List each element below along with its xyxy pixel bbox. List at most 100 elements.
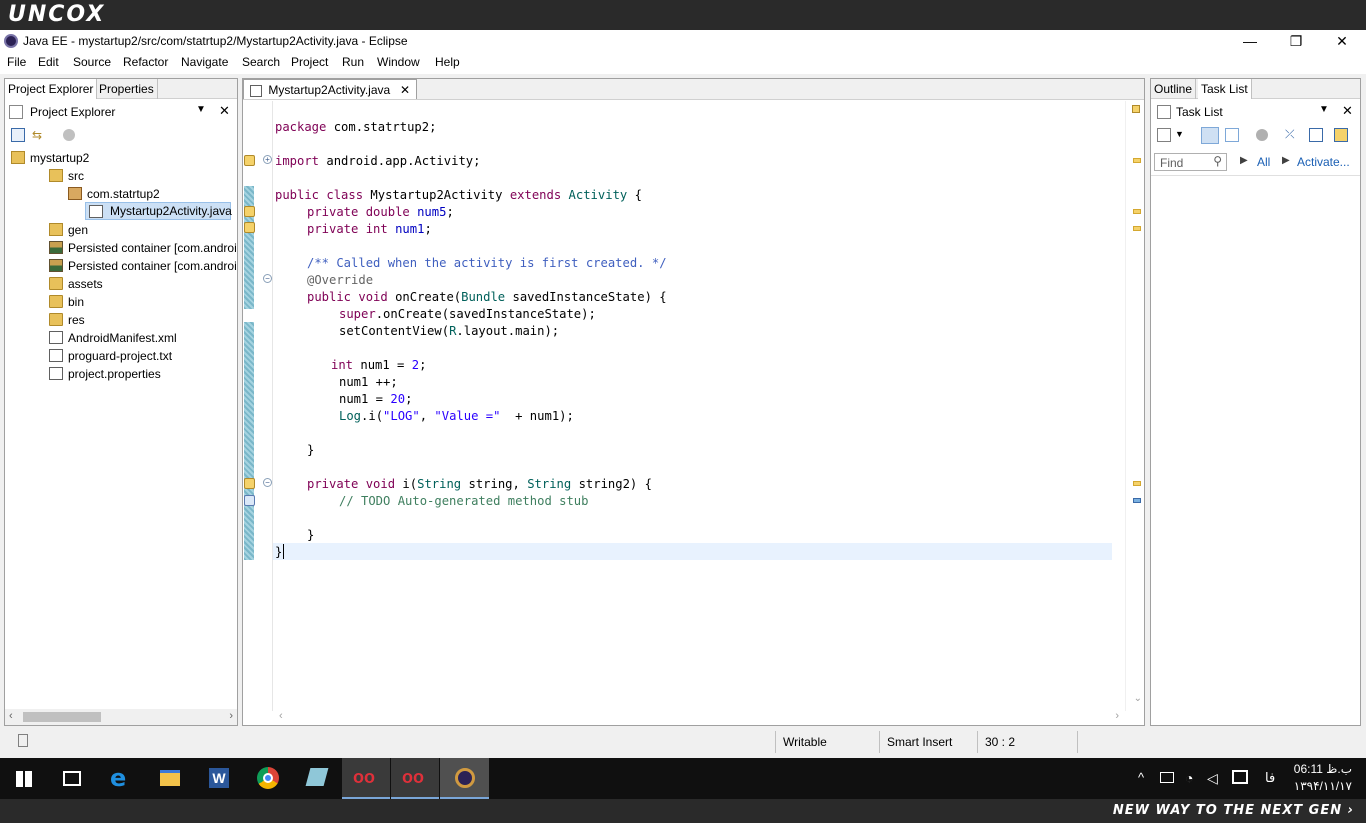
close-window-button[interactable]: ✕ (1319, 30, 1365, 52)
tab-project-explorer[interactable]: Project Explorer (5, 79, 98, 99)
categorized-icon[interactable] (1201, 127, 1219, 144)
menu-refactor[interactable]: Refactor (123, 55, 168, 69)
menu-navigate[interactable]: Navigate (181, 55, 228, 69)
scroll-down-icon[interactable]: ⌄ (1134, 693, 1142, 704)
code-line[interactable]: import android.app.Activity; (275, 154, 480, 171)
fast-view-icon[interactable] (18, 734, 28, 747)
horizontal-scrollbar[interactable]: ‹ › (5, 709, 237, 725)
expand-fold-icon[interactable]: + (263, 155, 272, 164)
code-line[interactable]: package com.statrtup2; (275, 120, 436, 137)
word-button[interactable]: W (195, 758, 243, 799)
tree-item-java-file[interactable]: Mystartup2Activity.java (85, 202, 232, 220)
network-icon[interactable] (1160, 772, 1174, 783)
task-view-button[interactable] (48, 758, 96, 799)
search-icon[interactable]: ⚲ (1213, 154, 1222, 168)
filters-icon[interactable] (63, 129, 75, 141)
menu-edit[interactable]: Edit (38, 55, 59, 69)
tree-item-persisted-container[interactable]: Persisted container [com.androi (49, 239, 237, 257)
editor-horizontal-scrollbar[interactable]: ‹ › (273, 709, 1125, 725)
menu-source[interactable]: Source (73, 55, 111, 69)
close-view-icon[interactable]: ✕ (1342, 103, 1353, 119)
task-icon[interactable] (244, 495, 255, 506)
find-input[interactable]: Find ⚲ (1154, 153, 1227, 171)
maximize-button[interactable]: ❐ (1273, 30, 1319, 52)
edge-button[interactable]: e (98, 758, 146, 799)
overview-marker[interactable] (1133, 158, 1141, 163)
clock-time[interactable]: 06:11 ب.ظ (1290, 762, 1352, 776)
code-line[interactable]: private double num5; (307, 205, 454, 222)
link-with-editor-icon[interactable]: ⇆ (32, 128, 46, 142)
code-line[interactable]: /** Called when the activity is first cr… (307, 256, 667, 273)
start-button[interactable] (0, 758, 48, 799)
file-explorer-button[interactable] (146, 758, 194, 799)
code-line[interactable]: } (307, 528, 314, 545)
new-task-icon[interactable] (1157, 128, 1171, 142)
filter-all-link[interactable]: All (1257, 155, 1270, 169)
menu-search[interactable]: Search (242, 55, 280, 69)
overview-task-marker[interactable] (1133, 498, 1141, 503)
app-button-open[interactable]: oo (391, 758, 439, 799)
scrollbar-thumb[interactable] (23, 712, 101, 722)
scroll-left-icon[interactable]: ‹ (279, 710, 283, 722)
app-button-open[interactable]: oo (342, 758, 390, 799)
editor-tab-java[interactable]: Mystartup2Activity.java ✕ (243, 79, 417, 99)
code-line[interactable]: private int num1; (307, 222, 432, 239)
volume-icon[interactable]: ◁ (1207, 770, 1218, 787)
code-line[interactable]: @Override (307, 273, 373, 290)
menu-file[interactable]: File (7, 55, 26, 69)
tab-properties[interactable]: Properties (96, 79, 158, 99)
clock-date[interactable]: ۱۳۹۴/۱۱/۱۷ (1290, 779, 1352, 793)
close-tab-icon[interactable]: ✕ (400, 83, 410, 97)
view-menu-icon[interactable]: ▼ (1319, 104, 1329, 115)
code-line[interactable]: setContentView(R.layout.main); (339, 324, 559, 341)
tab-task-list[interactable]: Task List (1198, 79, 1252, 99)
activate-link[interactable]: Activate... (1297, 155, 1350, 169)
code-line[interactable]: private void i(String string, String str… (307, 477, 652, 494)
tree-item-persisted-container[interactable]: Persisted container [com.androi (49, 257, 237, 275)
link-with-editor-icon[interactable] (1334, 128, 1348, 142)
menu-run[interactable]: Run (342, 55, 364, 69)
code-line[interactable]: num1 ++; (339, 375, 398, 392)
minimize-button[interactable]: — (1227, 30, 1273, 52)
overview-marker[interactable] (1133, 226, 1141, 231)
code-line[interactable]: public class Mystartup2Activity extends … (275, 188, 642, 205)
collapse-fold-icon[interactable]: − (263, 274, 272, 283)
code-line[interactable]: num1 = 20; (339, 392, 412, 409)
scroll-left-icon[interactable]: ‹ (9, 710, 13, 722)
code-line[interactable]: Log.i("LOG", "Value =" + num1); (339, 409, 574, 426)
hide-completed-icon[interactable]: ⤫ (1285, 127, 1299, 141)
menu-help[interactable]: Help (435, 55, 460, 69)
wifi-icon[interactable]: ◔ (1185, 770, 1193, 786)
chrome-button[interactable] (244, 758, 292, 799)
code-line[interactable]: // TODO Auto-generated method stub (339, 494, 588, 511)
language-indicator[interactable]: فا (1265, 770, 1275, 786)
overview-marker[interactable] (1133, 481, 1141, 486)
collapse-all-icon[interactable] (11, 128, 25, 142)
code-line[interactable]: } (275, 545, 282, 562)
warning-icon[interactable] (244, 206, 255, 217)
menu-project[interactable]: Project (291, 55, 328, 69)
overview-marker[interactable] (1133, 209, 1141, 214)
code-line[interactable]: super.onCreate(savedInstanceState); (339, 307, 596, 324)
warning-icon[interactable] (244, 155, 255, 166)
menu-window[interactable]: Window (377, 55, 420, 69)
app-button[interactable] (293, 758, 341, 799)
filter-icon[interactable] (1256, 129, 1268, 141)
scheduled-icon[interactable] (1225, 128, 1239, 142)
warning-icon[interactable] (244, 222, 255, 233)
view-menu-icon[interactable]: ▼ (196, 104, 206, 115)
scroll-right-icon[interactable]: › (229, 710, 233, 722)
scroll-right-icon[interactable]: › (1115, 710, 1119, 722)
collapse-fold-icon[interactable]: − (263, 478, 272, 487)
eclipse-taskbar-button[interactable] (440, 758, 489, 799)
code-line[interactable]: } (307, 443, 314, 460)
chevron-down-icon[interactable]: ▼ (1175, 129, 1184, 139)
code-line[interactable]: int num1 = 2; (331, 358, 426, 375)
close-view-icon[interactable]: ✕ (219, 103, 230, 119)
tab-outline[interactable]: Outline (1151, 79, 1197, 99)
warning-icon[interactable] (244, 478, 255, 489)
code-line[interactable]: public void onCreate(Bundle savedInstanc… (307, 290, 667, 307)
notifications-icon[interactable] (1232, 770, 1248, 784)
tray-expand-icon[interactable]: ^ (1138, 770, 1144, 785)
collapse-all-icon[interactable] (1309, 128, 1323, 142)
